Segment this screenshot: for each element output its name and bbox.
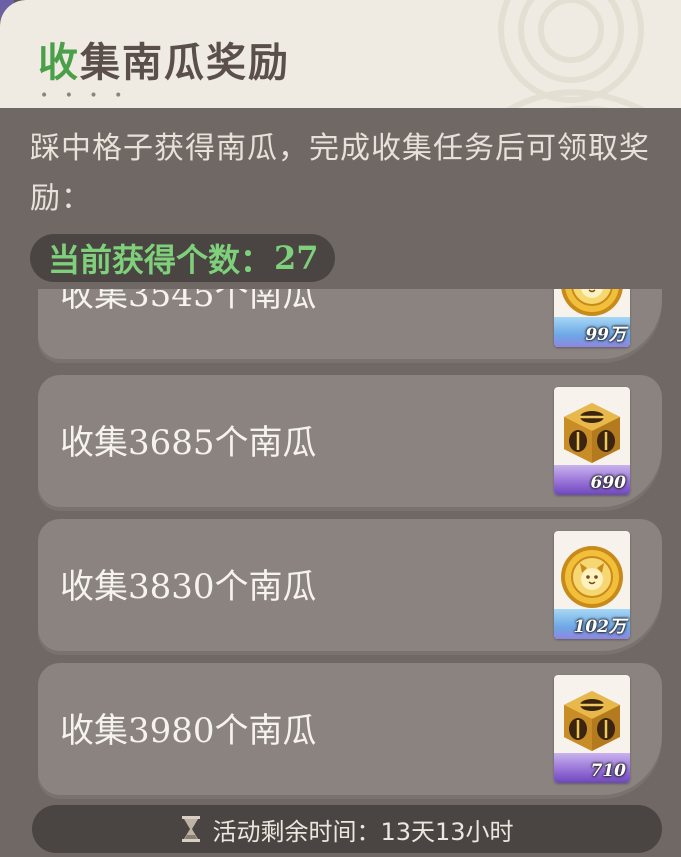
gold-coin-icon [561,546,623,608]
reward-item-card[interactable]: 99万 [554,289,630,347]
reward-item-card[interactable]: 710 [554,675,630,783]
reward-row-label: 收集3980个南瓜 [60,711,317,751]
current-count-badge: 当前获得个数： 27 [30,234,335,282]
reward-item-card[interactable]: 690 [554,387,630,495]
reward-row-label: 收集3545个南瓜 [60,289,317,315]
reward-quantity: 99万 [585,325,626,345]
reward-quantity: 102万 [573,617,627,637]
reward-row[interactable]: 收集3545个南瓜 99万 [38,289,662,363]
reward-row-label: 收集3830个南瓜 [60,567,317,607]
event-timer-text: 活动剩余时间：13天13小时 [212,817,514,846]
reward-row[interactable]: 收集3980个南瓜 710 [38,663,662,799]
event-timer: 活动剩余时间：13天13小时 [32,805,662,853]
gold-coin-icon [561,289,623,316]
panel-header: 收集南瓜奖励 • • • • [0,0,681,108]
reward-row-label: 收集3685个南瓜 [60,423,317,463]
task-description: 踩中格子获得南瓜，完成收集任务后可领取奖励： [30,131,650,216]
current-count-label: 当前获得个数： [48,241,273,279]
reward-item-card[interactable]: 102万 [554,531,630,639]
current-count-value: 27 [274,239,319,277]
gold-cube-icon [564,691,620,751]
hourglass-icon [182,816,201,842]
reward-row[interactable]: 收集3830个南瓜 102万 [38,519,662,655]
reward-panel: 收集南瓜奖励 • • • • 踩中格子获得南瓜，完成收集任务后可领取奖励： 当前… [0,0,681,857]
reward-list[interactable]: 收集3545个南瓜 99万 收集3685个南瓜 690 收集3830个南瓜 10… [0,289,681,799]
reward-row[interactable]: 收集3685个南瓜 690 [38,375,662,511]
title-dots: • • • • [40,88,129,104]
header-decoration [498,0,646,108]
page-title: 收集南瓜奖励 [38,39,290,86]
reward-quantity: 710 [590,761,627,781]
reward-quantity: 690 [590,473,627,493]
gold-cube-icon [564,403,620,463]
